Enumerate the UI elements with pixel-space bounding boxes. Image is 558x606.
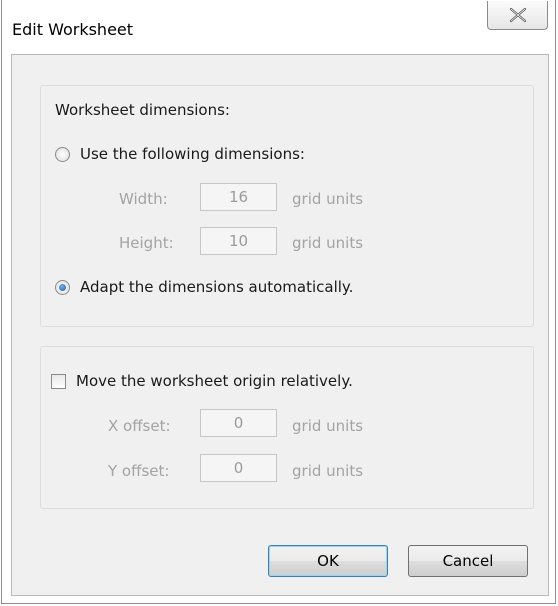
height-input[interactable] [200, 227, 277, 255]
x-offset-input[interactable] [200, 409, 277, 437]
dimensions-heading: Worksheet dimensions: [55, 101, 230, 119]
y-offset-input[interactable] [200, 454, 277, 482]
title-bar[interactable]: Edit Worksheet [2, 0, 555, 54]
use-following-dimensions-label[interactable]: Use the following dimensions: [80, 145, 305, 163]
dialog-body: Worksheet dimensions: Use the following … [11, 54, 549, 596]
height-label: Height: [119, 234, 174, 252]
move-origin-label[interactable]: Move the worksheet origin relatively. [76, 372, 353, 390]
adapt-dimensions-label[interactable]: Adapt the dimensions automatically. [80, 278, 353, 296]
cancel-button[interactable]: Cancel [408, 545, 528, 577]
origin-group: Move the worksheet origin relatively. X … [40, 346, 534, 509]
width-label: Width: [119, 190, 168, 208]
use-following-dimensions-radio[interactable] [55, 147, 70, 162]
y-offset-label: Y offset: [108, 462, 170, 480]
x-offset-unit: grid units [292, 417, 364, 435]
height-unit: grid units [292, 234, 364, 252]
adapt-dimensions-radio[interactable] [55, 280, 70, 295]
edit-worksheet-dialog: Edit Worksheet Worksheet dimensions: Use… [1, 0, 556, 604]
width-unit: grid units [292, 190, 364, 208]
x-offset-label: X offset: [108, 417, 171, 435]
close-button[interactable] [487, 1, 548, 30]
close-x-icon [509, 7, 527, 23]
dialog-title: Edit Worksheet [12, 20, 134, 39]
ok-button[interactable]: OK [268, 545, 388, 577]
move-origin-checkbox[interactable] [51, 374, 66, 389]
width-input[interactable] [200, 183, 277, 211]
dimensions-group: Worksheet dimensions: Use the following … [40, 85, 534, 327]
y-offset-unit: grid units [292, 462, 364, 480]
